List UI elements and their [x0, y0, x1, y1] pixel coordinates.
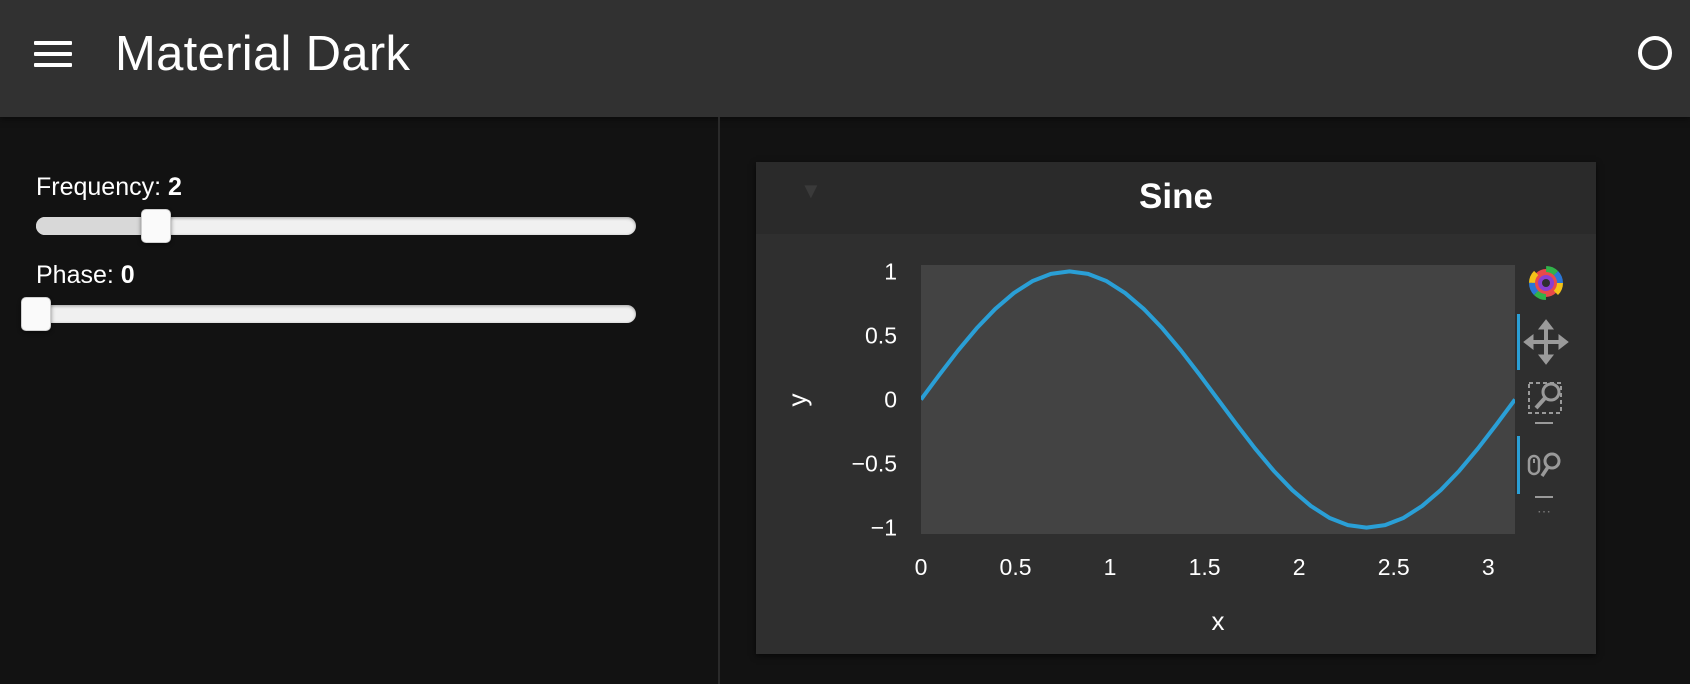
sine-chart: 1 0.5 0 −0.5 −1 0 0.5 1 1.5 2 2.5 3 y x ⋯: [782, 258, 1569, 636]
x-tick-label: 0.5: [1000, 554, 1032, 580]
sidebar: Frequency: 2 Phase: 0: [0, 117, 720, 684]
y-tick-label: −0.5: [852, 451, 897, 477]
phase-value: 0: [120, 261, 135, 289]
y-tick-label: 1: [884, 258, 897, 284]
busy-indicator-icon: [1638, 36, 1672, 70]
y-axis-label: y: [782, 394, 812, 407]
app-title: Material Dark: [115, 27, 411, 81]
phase-slider[interactable]: [21, 297, 636, 331]
frequency-slider[interactable]: [36, 209, 636, 243]
bokeh-logo-icon[interactable]: [1529, 266, 1563, 300]
x-tick-label: 1.5: [1189, 554, 1221, 580]
phase-slider-handle[interactable]: [21, 297, 51, 331]
frequency-value: 2: [168, 173, 182, 201]
x-tick-label: 2: [1293, 554, 1306, 580]
plot-card: ▼ Sine 1 0.5 0 −0.5 −1 0 0.5 1 1.5 2 2.5 3 y x: [756, 162, 1596, 654]
x-axis-label: x: [1212, 606, 1225, 636]
pan-active-indicator: [1517, 314, 1520, 370]
phase-label: Phase: 0: [36, 260, 135, 290]
more-tools-icon[interactable]: ⋯: [1537, 503, 1551, 519]
x-axis: 0 0.5 1 1.5 2 2.5 3: [915, 554, 1495, 580]
frequency-slider-handle[interactable]: [141, 209, 171, 243]
pan-icon[interactable]: [1523, 319, 1569, 365]
x-tick-label: 0: [915, 554, 928, 580]
frequency-label-text: Frequency:: [36, 173, 169, 201]
wheel-zoom-icon[interactable]: [1527, 452, 1561, 477]
y-tick-label: 0: [884, 387, 897, 413]
frequency-label: Frequency: 2: [36, 172, 182, 202]
app-bar: Material Dark: [0, 0, 1690, 117]
frequency-slider-fill: [36, 217, 156, 235]
y-axis: 1 0.5 0 −0.5 −1: [852, 258, 897, 540]
x-tick-label: 2.5: [1378, 554, 1410, 580]
x-tick-label: 1: [1104, 554, 1117, 580]
y-tick-label: −1: [871, 515, 897, 541]
hamburger-menu-icon[interactable]: [34, 39, 72, 69]
y-tick-label: 0.5: [865, 322, 897, 348]
x-tick-label: 3: [1482, 554, 1495, 580]
wheel-zoom-active-indicator: [1517, 436, 1520, 494]
phase-label-text: Phase:: [36, 261, 121, 289]
box-zoom-icon[interactable]: [1528, 382, 1562, 414]
